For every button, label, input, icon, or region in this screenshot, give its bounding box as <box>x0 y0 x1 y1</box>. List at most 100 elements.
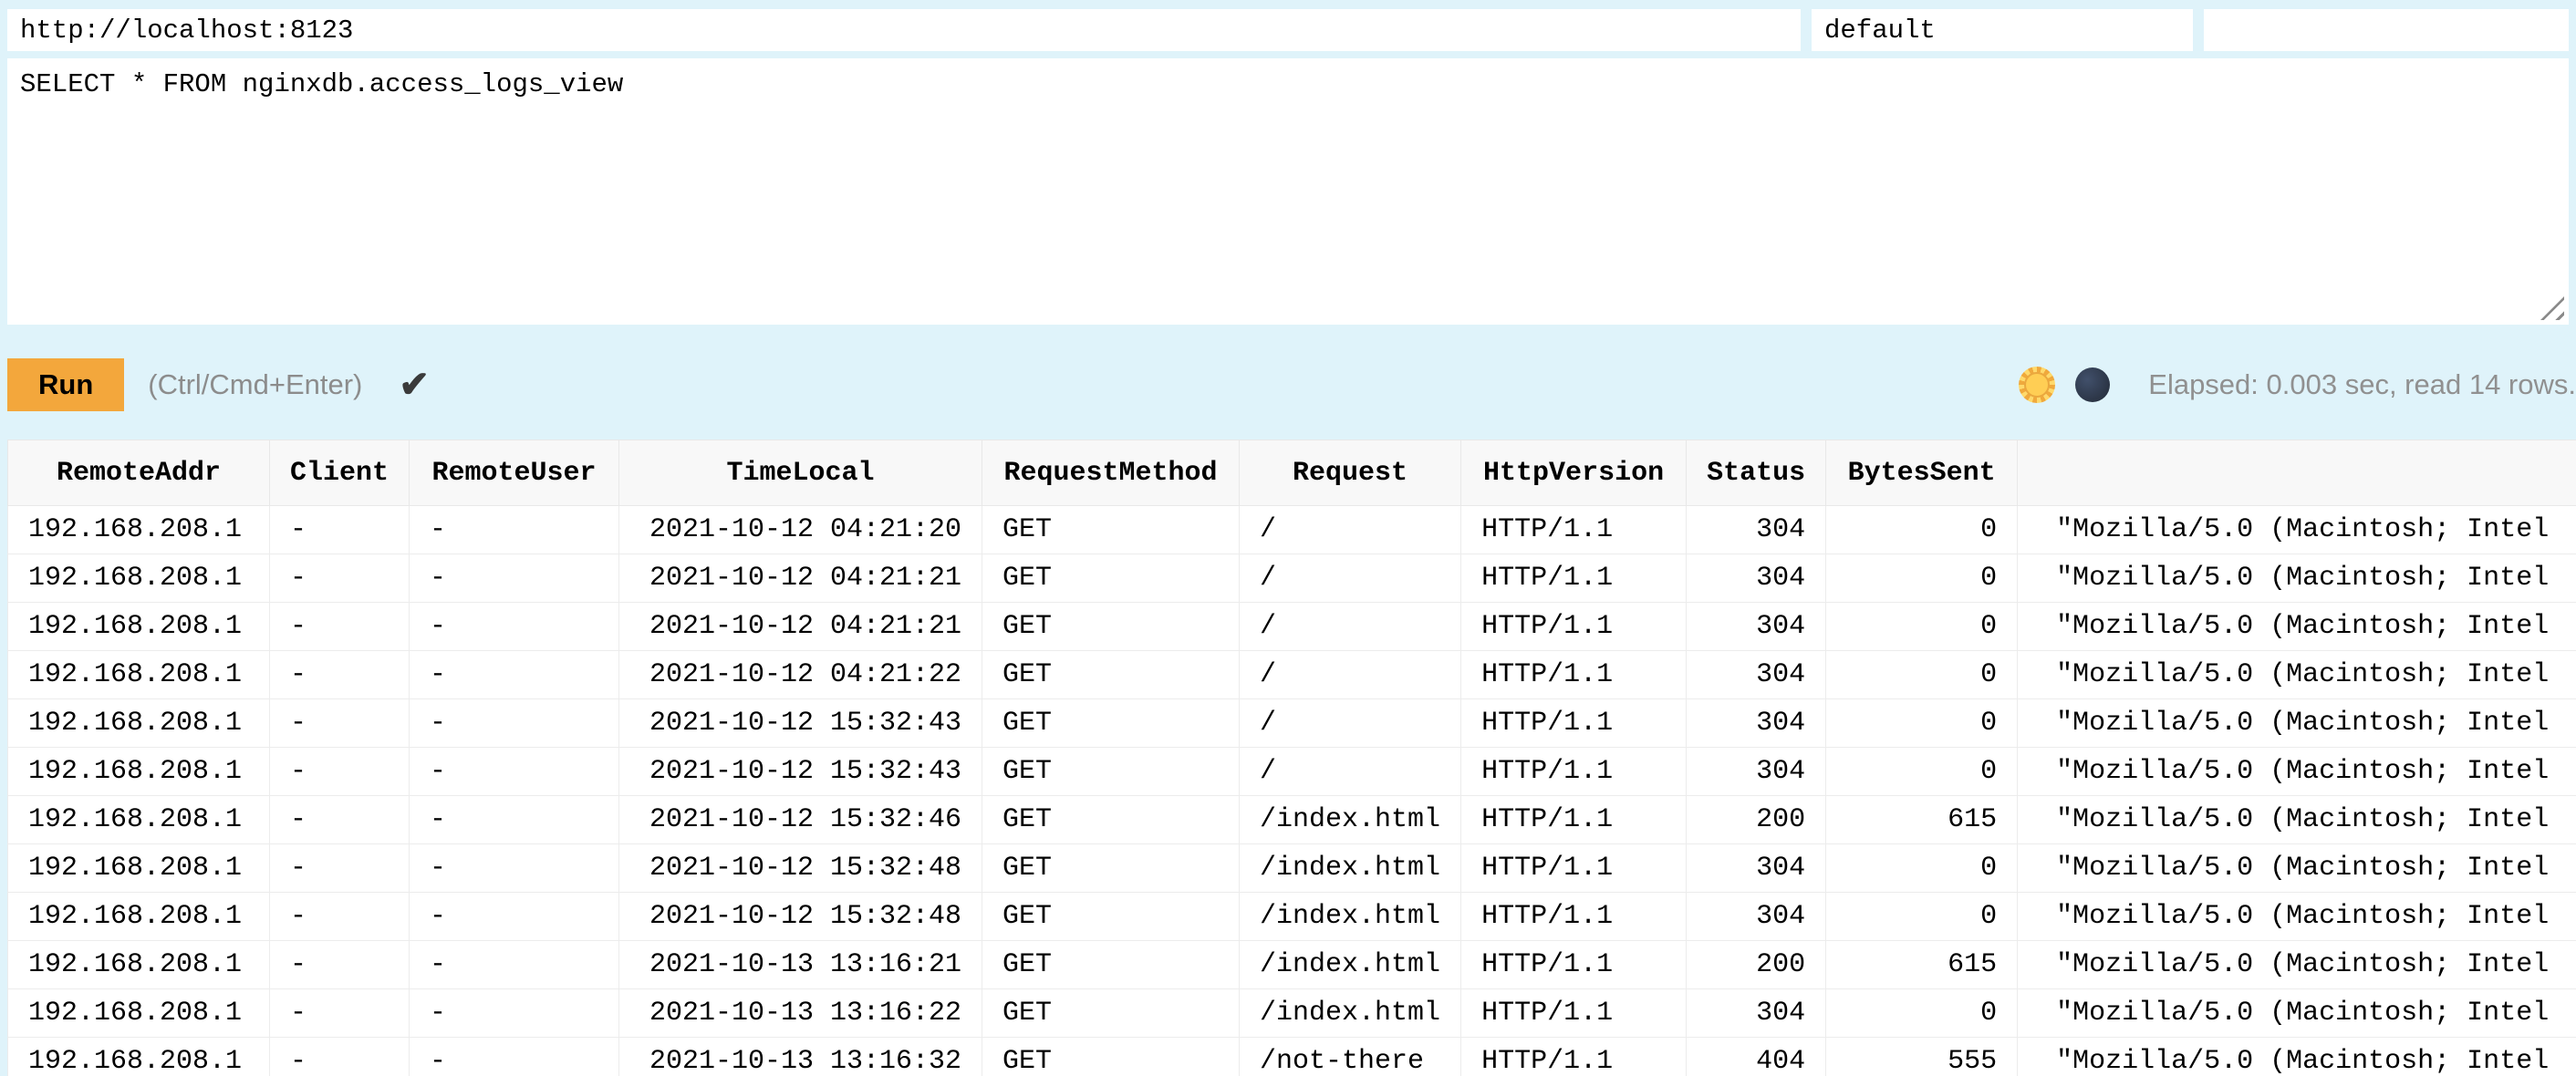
table-cell: 2021-10-12 04:21:20 <box>619 506 982 554</box>
table-cell: GET <box>982 748 1240 796</box>
run-button[interactable]: Run <box>7 358 124 411</box>
table-cell: HTTP/1.1 <box>1461 699 1687 748</box>
server-url-input[interactable] <box>7 9 1801 51</box>
table-cell: / <box>1240 554 1461 603</box>
table-row: 192.168.208.1--2021-10-12 04:21:21GET/HT… <box>8 603 2576 651</box>
table-cell: HTTP/1.1 <box>1461 554 1687 603</box>
table-row: 192.168.208.1--2021-10-12 04:21:20GET/HT… <box>8 506 2576 554</box>
table-cell: - <box>410 748 619 796</box>
table-cell: - <box>270 651 410 699</box>
table-cell: 304 <box>1687 893 1826 941</box>
table-cell: "Mozilla/5.0 (Macintosh; Intel <box>2018 796 2576 844</box>
table-cell: 2021-10-12 04:21:21 <box>619 554 982 603</box>
table-cell: - <box>270 506 410 554</box>
table-cell: 2021-10-12 15:32:43 <box>619 699 982 748</box>
table-cell: - <box>270 796 410 844</box>
table-cell: "Mozilla/5.0 (Macintosh; Intel <box>2018 844 2576 893</box>
table-cell: - <box>270 941 410 989</box>
table-cell: HTTP/1.1 <box>1461 603 1687 651</box>
user-input[interactable] <box>1812 9 2193 51</box>
table-cell: HTTP/1.1 <box>1461 941 1687 989</box>
table-cell: "Mozilla/5.0 (Macintosh; Intel <box>2018 989 2576 1038</box>
table-cell: 304 <box>1687 603 1826 651</box>
table-cell: HTTP/1.1 <box>1461 506 1687 554</box>
table-cell: 304 <box>1687 554 1826 603</box>
connection-bar <box>0 0 2576 51</box>
table-cell: 2021-10-13 13:16:21 <box>619 941 982 989</box>
table-cell: - <box>410 796 619 844</box>
password-input[interactable] <box>2204 9 2569 51</box>
table-cell: /index.html <box>1240 893 1461 941</box>
table-cell: 304 <box>1687 699 1826 748</box>
dark-theme-icon[interactable] <box>2075 367 2110 402</box>
column-header: Request <box>1240 440 1461 506</box>
table-cell: - <box>270 603 410 651</box>
success-check-icon: ✔ <box>399 364 430 406</box>
table-cell: "Mozilla/5.0 (Macintosh; Intel <box>2018 554 2576 603</box>
table-cell: HTTP/1.1 <box>1461 893 1687 941</box>
table-cell: "Mozilla/5.0 (Macintosh; Intel <box>2018 506 2576 554</box>
table-cell: 0 <box>1826 844 2018 893</box>
table-cell: 0 <box>1826 748 2018 796</box>
table-cell: - <box>410 699 619 748</box>
table-header-row: RemoteAddrClientRemoteUserTimeLocalReque… <box>8 440 2576 506</box>
query-textarea[interactable]: SELECT * FROM nginxdb.access_logs_view <box>7 58 2569 325</box>
table-cell: GET <box>982 603 1240 651</box>
table-cell: 2021-10-12 15:32:48 <box>619 844 982 893</box>
table-cell: 2021-10-13 13:16:32 <box>619 1038 982 1076</box>
column-header <box>2018 440 2576 506</box>
table-cell: 192.168.208.1 <box>8 844 270 893</box>
shortcut-hint: (Ctrl/Cmd+Enter) <box>148 368 362 401</box>
table-cell: - <box>410 989 619 1038</box>
table-cell: - <box>410 554 619 603</box>
table-cell: 2021-10-12 15:32:43 <box>619 748 982 796</box>
table-cell: - <box>410 603 619 651</box>
table-row: 192.168.208.1--2021-10-13 13:16:21GET/in… <box>8 941 2576 989</box>
column-header: TimeLocal <box>619 440 982 506</box>
table-cell: 192.168.208.1 <box>8 506 270 554</box>
table-cell: 0 <box>1826 651 2018 699</box>
table-cell: 304 <box>1687 748 1826 796</box>
table-cell: / <box>1240 748 1461 796</box>
table-cell: GET <box>982 941 1240 989</box>
table-cell: 304 <box>1687 989 1826 1038</box>
table-row: 192.168.208.1--2021-10-12 15:32:43GET/HT… <box>8 748 2576 796</box>
table-cell: "Mozilla/5.0 (Macintosh; Intel <box>2018 699 2576 748</box>
table-cell: - <box>410 893 619 941</box>
column-header: RemoteUser <box>410 440 619 506</box>
table-cell: 0 <box>1826 603 2018 651</box>
table-cell: 555 <box>1826 1038 2018 1076</box>
table-cell: / <box>1240 603 1461 651</box>
table-cell: HTTP/1.1 <box>1461 1038 1687 1076</box>
table-cell: GET <box>982 699 1240 748</box>
table-row: 192.168.208.1--2021-10-12 04:21:21GET/HT… <box>8 554 2576 603</box>
table-cell: HTTP/1.1 <box>1461 748 1687 796</box>
table-cell: "Mozilla/5.0 (Macintosh; Intel <box>2018 1038 2576 1076</box>
table-cell: 192.168.208.1 <box>8 554 270 603</box>
query-stats: Elapsed: 0.003 sec, read 14 rows. <box>2148 368 2576 401</box>
table-cell: /index.html <box>1240 941 1461 989</box>
table-cell: 192.168.208.1 <box>8 748 270 796</box>
table-cell: - <box>270 554 410 603</box>
table-cell: GET <box>982 506 1240 554</box>
table-cell: /index.html <box>1240 796 1461 844</box>
table-cell: GET <box>982 989 1240 1038</box>
table-row: 192.168.208.1--2021-10-12 15:32:43GET/HT… <box>8 699 2576 748</box>
table-cell: GET <box>982 1038 1240 1076</box>
table-row: 192.168.208.1--2021-10-12 15:32:48GET/in… <box>8 893 2576 941</box>
table-cell: - <box>410 941 619 989</box>
table-cell: 192.168.208.1 <box>8 989 270 1038</box>
table-cell: - <box>410 844 619 893</box>
table-cell: - <box>410 651 619 699</box>
table-cell: 192.168.208.1 <box>8 796 270 844</box>
table-cell: 2021-10-13 13:16:22 <box>619 989 982 1038</box>
table-cell: /index.html <box>1240 989 1461 1038</box>
table-cell: 304 <box>1687 844 1826 893</box>
table-cell: 192.168.208.1 <box>8 699 270 748</box>
table-cell: 304 <box>1687 651 1826 699</box>
table-cell: - <box>270 1038 410 1076</box>
table-cell: 192.168.208.1 <box>8 651 270 699</box>
table-cell: "Mozilla/5.0 (Macintosh; Intel <box>2018 893 2576 941</box>
light-theme-icon[interactable] <box>2019 367 2055 403</box>
table-row: 192.168.208.1--2021-10-12 15:32:46GET/in… <box>8 796 2576 844</box>
